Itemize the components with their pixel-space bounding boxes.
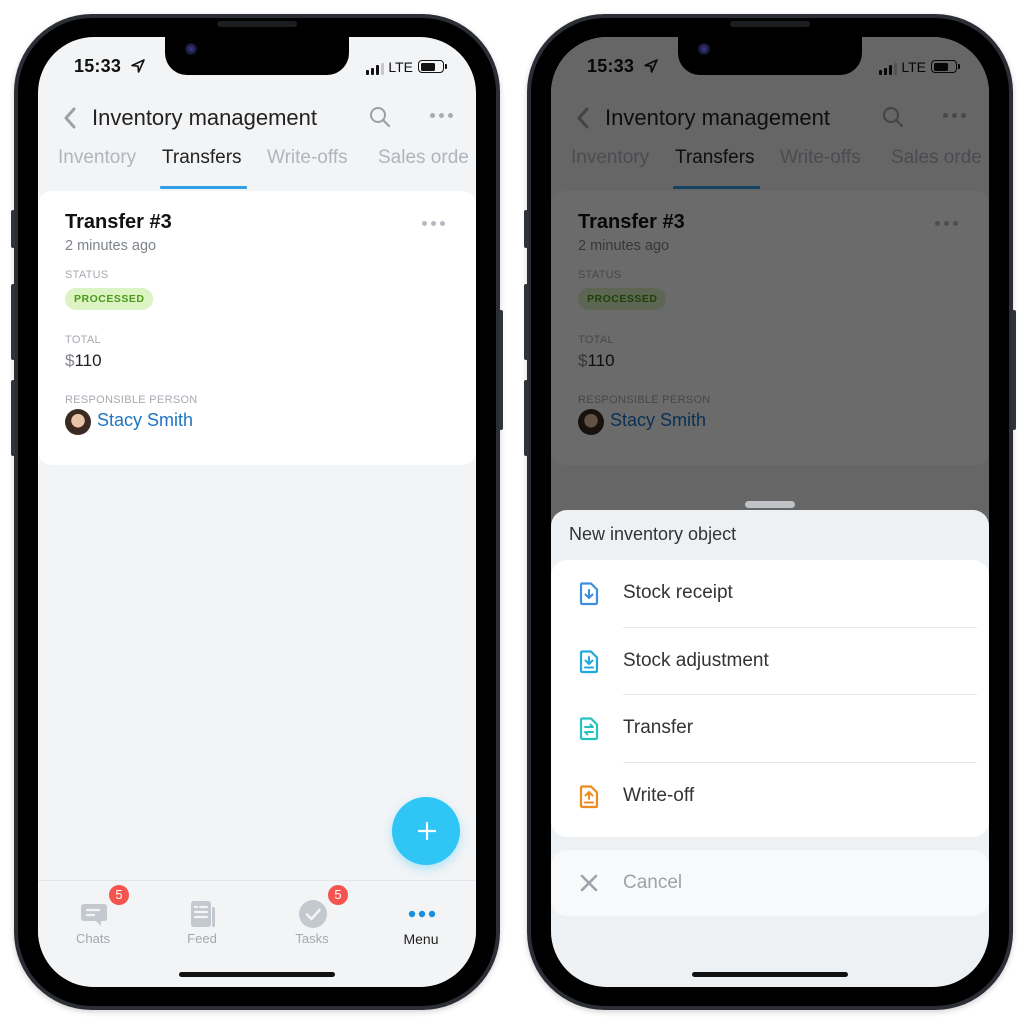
phone-right: 15:33 LTE Inventory management Inventory… — [524, 14, 1016, 1010]
bottom-tab-label: Tasks — [295, 931, 329, 946]
network-label: LTE — [388, 59, 413, 75]
home-indicator[interactable] — [179, 972, 335, 977]
earpiece-speaker — [217, 21, 297, 27]
status-label: STATUS — [65, 269, 109, 281]
bottom-tab-tasks[interactable]: 5 Tasks — [262, 881, 362, 951]
screen: 15:33 LTE Inventory management Inventory… — [551, 37, 989, 987]
document-download-icon — [579, 582, 599, 606]
card-more-icon[interactable] — [422, 221, 445, 226]
tab-sales-orders[interactable]: Sales orde — [378, 147, 469, 169]
home-indicator[interactable] — [692, 972, 848, 977]
power-button — [1012, 310, 1016, 430]
sheet-drag-handle[interactable] — [745, 501, 795, 508]
screen: 15:33 LTE Inventory management Inventory… — [38, 37, 476, 987]
status-badge: PROCESSED — [65, 288, 154, 310]
responsible-person-link[interactable]: Stacy Smith — [97, 410, 193, 431]
option-label: Transfer — [623, 717, 694, 738]
cancel-button[interactable]: Cancel — [551, 850, 989, 916]
bottom-tab-feed[interactable]: Feed — [152, 881, 252, 951]
volume-up-button — [11, 284, 15, 360]
active-tab-indicator — [160, 186, 247, 189]
plus-icon — [418, 822, 436, 840]
option-label: Stock adjustment — [623, 649, 769, 671]
transfer-card[interactable]: Transfer #3 2 minutes ago STATUS PROCESS… — [38, 191, 476, 465]
search-icon[interactable] — [368, 105, 392, 129]
camera-icon — [698, 43, 710, 55]
tab-transfers[interactable]: Transfers — [162, 147, 242, 169]
total-amount: 110 — [74, 351, 102, 370]
mute-switch — [11, 210, 15, 248]
bottom-tab-label: Feed — [187, 931, 217, 946]
power-button — [499, 310, 503, 430]
sheet-title: New inventory object — [569, 524, 737, 544]
option-stock-adjustment[interactable]: Stock adjustment — [551, 628, 989, 695]
status-time: 15:33 — [74, 56, 122, 76]
avatar — [65, 409, 91, 435]
bottom-tab-chats[interactable]: 5 Chats — [43, 881, 143, 951]
location-arrow-icon — [131, 59, 145, 73]
nav-bar: Inventory management — [38, 93, 476, 143]
document-upload-icon — [579, 784, 599, 808]
document-transfer-icon — [579, 717, 599, 741]
card-timestamp: 2 minutes ago — [65, 238, 157, 254]
total-label: TOTAL — [65, 334, 101, 346]
responsible-person-label: RESPONSIBLE PERSON — [65, 394, 198, 406]
document-import-icon — [579, 649, 599, 673]
volume-down-button — [11, 380, 15, 456]
option-transfer[interactable]: Transfer — [551, 695, 989, 763]
add-button[interactable] — [392, 797, 460, 865]
total-value: $110 — [65, 351, 102, 371]
feed-icon — [191, 901, 215, 927]
option-label: Stock receipt — [623, 582, 733, 603]
tab-inventory[interactable]: Inventory — [58, 147, 136, 169]
tab-write-offs[interactable]: Write-offs — [267, 147, 348, 169]
tasks-icon — [299, 900, 327, 928]
signal-icon — [366, 63, 384, 75]
page-title: Inventory management — [92, 105, 318, 130]
mute-switch — [524, 210, 528, 248]
volume-up-button — [524, 284, 528, 360]
phone-left: 15:33 LTE Inventory management Inventory… — [11, 14, 503, 1010]
more-options-icon[interactable] — [430, 113, 453, 118]
battery-icon — [418, 60, 447, 73]
bottom-tab-label: Menu — [403, 931, 439, 947]
tasks-badge: 5 — [328, 885, 348, 905]
back-chevron-icon[interactable] — [60, 105, 82, 131]
earpiece-speaker — [730, 21, 810, 27]
option-label: Write-off — [623, 784, 695, 806]
bottom-tab-label: Chats — [76, 931, 110, 946]
notch — [165, 37, 349, 75]
chats-badge: 5 — [109, 885, 129, 905]
card-title: Transfer #3 — [65, 211, 172, 233]
volume-down-button — [524, 380, 528, 456]
option-stock-receipt[interactable]: Stock receipt — [551, 560, 989, 628]
bottom-tab-menu[interactable]: Menu — [371, 881, 471, 951]
option-write-off[interactable]: Write-off — [551, 763, 989, 831]
sheet-options: Stock receipt Stock adjustment Transfer … — [551, 560, 989, 837]
close-icon — [580, 874, 598, 892]
cancel-label: Cancel — [623, 872, 683, 893]
camera-icon — [185, 43, 197, 55]
tab-bar-top: Inventory Transfers Write-offs Sales ord… — [38, 147, 476, 191]
chat-icon — [81, 904, 107, 926]
bottom-tab-bar: 5 Chats Feed 5 Tasks Menu — [38, 880, 476, 987]
notch — [678, 37, 862, 75]
more-dots-icon — [408, 910, 436, 918]
action-sheet: New inventory object Stock receipt Stock… — [551, 510, 989, 987]
